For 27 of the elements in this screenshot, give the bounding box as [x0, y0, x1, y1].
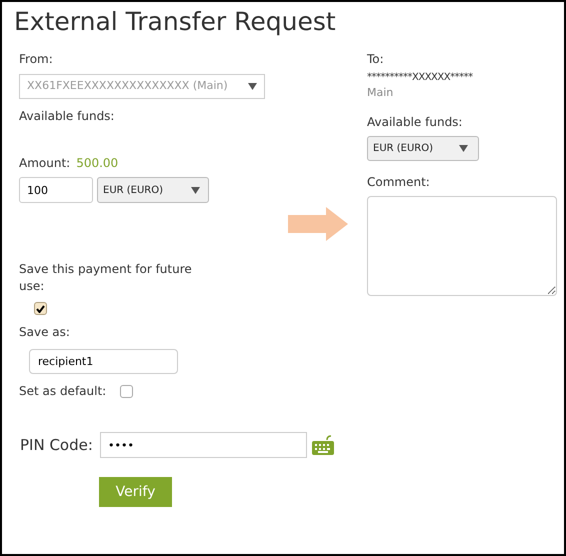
amount-field[interactable]: 100 [19, 177, 93, 203]
set-default-label: Set as default: [19, 383, 106, 400]
page-title: External Transfer Request [14, 6, 337, 38]
keyboard-icon[interactable] [311, 434, 335, 456]
available-funds-label: Available funds: [367, 114, 464, 130]
comment-field[interactable] [367, 196, 557, 296]
checkbox[interactable] [120, 384, 134, 398]
arrow-icon [288, 207, 348, 241]
caret-icon [248, 83, 257, 90]
pin-field[interactable]: •••• [100, 432, 307, 458]
amount-label: Amount: [19, 155, 70, 172]
pin-label: PIN Code: [20, 434, 94, 456]
account-name: Main [367, 85, 394, 101]
from-label: From: [19, 51, 54, 68]
available-funds-label: Available funds: [19, 108, 116, 125]
caret-icon [459, 144, 468, 152]
available-amount: 500.00 [76, 155, 118, 172]
recipient-account: **********XXXXXX***** [367, 71, 474, 85]
checkbox[interactable] [34, 302, 47, 315]
caret-icon [191, 186, 200, 194]
save-as-label: Save as: [19, 324, 71, 341]
save-as-field[interactable]: recipient1 [29, 349, 178, 374]
comment-label: Comment: [367, 174, 431, 190]
currency-select[interactable]: EUR (EURO) [367, 136, 479, 160]
to-label: To: [367, 51, 385, 68]
save-payment-label: Save this payment for future use: [19, 261, 193, 295]
currency-select[interactable]: EUR (EURO) [97, 177, 209, 203]
